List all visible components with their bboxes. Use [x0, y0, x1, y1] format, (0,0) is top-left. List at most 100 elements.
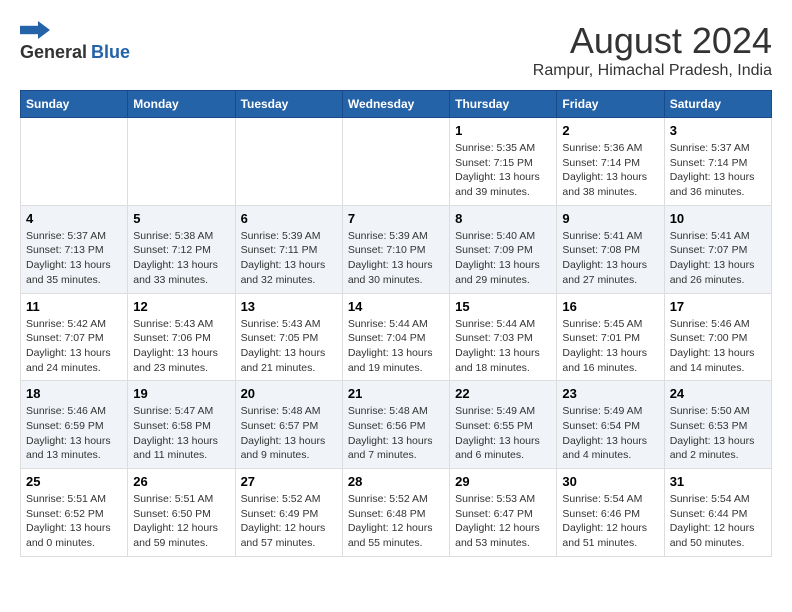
day-number: 25: [26, 474, 122, 489]
day-cell: 15Sunrise: 5:44 AMSunset: 7:03 PMDayligh…: [450, 293, 557, 381]
day-info: Sunrise: 5:49 AMSunset: 6:54 PMDaylight:…: [562, 404, 658, 463]
logo: General Blue: [20, 20, 130, 63]
day-number: 29: [455, 474, 551, 489]
logo-blue: Blue: [91, 42, 130, 63]
day-cell: [128, 118, 235, 206]
day-info: Sunrise: 5:53 AMSunset: 6:47 PMDaylight:…: [455, 492, 551, 551]
day-cell: 16 Sunrise: 5:45 AMSunset: 7:01 PMDayligh…: [557, 293, 664, 381]
day-number: 17: [670, 299, 766, 314]
day-number: 14: [348, 299, 444, 314]
logo-icon: [20, 20, 50, 40]
day-number: 3: [670, 123, 766, 138]
day-info: Sunrise: 5:50 AMSunset: 6:53 PMDaylight:…: [670, 404, 766, 463]
day-info: Sunrise: 5:45 AMSunset: 7:01 PMDaylight:…: [562, 317, 658, 376]
day-cell: [21, 118, 128, 206]
week-row: 25 Sunrise: 5:51 AMSunset: 6:52 PMDayligh…: [21, 469, 772, 557]
day-info: Sunrise: 5:54 AMSunset: 6:44 PMDaylight:…: [670, 492, 766, 551]
day-cell: 24 Sunrise: 5:50 AMSunset: 6:53 PMDayligh…: [664, 381, 771, 469]
title-section: August 2024 Rampur, Himachal Pradesh, In…: [533, 20, 772, 80]
day-cell: 21 Sunrise: 5:48 AMSunset: 6:56 PMDayligh…: [342, 381, 449, 469]
day-cell: [235, 118, 342, 206]
day-info: Sunrise: 5:35 AMSunset: 7:15 PMDaylight:…: [455, 141, 551, 200]
day-info: Sunrise: 5:36 AMSunset: 7:14 PMDaylight:…: [562, 141, 658, 200]
day-info: Sunrise: 5:43 AMSunset: 7:06 PMDaylight:…: [133, 317, 229, 376]
day-cell: 20 Sunrise: 5:48 AMSunset: 6:57 PMDayligh…: [235, 381, 342, 469]
day-cell: 6Sunrise: 5:39 AMSunset: 7:11 PMDaylight…: [235, 205, 342, 293]
day-info: Sunrise: 5:54 AMSunset: 6:46 PMDaylight:…: [562, 492, 658, 551]
day-info: Sunrise: 5:48 AMSunset: 6:57 PMDaylight:…: [241, 404, 337, 463]
day-number: 26: [133, 474, 229, 489]
header-day: Sunday: [21, 91, 128, 118]
header-day: Tuesday: [235, 91, 342, 118]
day-cell: 8 Sunrise: 5:40 AMSunset: 7:09 PMDaylight…: [450, 205, 557, 293]
week-row: 4 Sunrise: 5:37 AMSunset: 7:13 PMDaylight…: [21, 205, 772, 293]
day-number: 11: [26, 299, 122, 314]
day-info: Sunrise: 5:40 AMSunset: 7:09 PMDaylight:…: [455, 229, 551, 288]
subtitle: Rampur, Himachal Pradesh, India: [533, 62, 772, 80]
day-info: Sunrise: 5:39 AMSunset: 7:10 PMDaylight:…: [348, 229, 444, 288]
day-number: 20: [241, 386, 337, 401]
day-number: 28: [348, 474, 444, 489]
day-info: Sunrise: 5:37 AMSunset: 7:14 PMDaylight:…: [670, 141, 766, 200]
header-day: Wednesday: [342, 91, 449, 118]
day-number: 4: [26, 211, 122, 226]
day-cell: 22Sunrise: 5:49 AMSunset: 6:55 PMDayligh…: [450, 381, 557, 469]
day-info: Sunrise: 5:42 AMSunset: 7:07 PMDaylight:…: [26, 317, 122, 376]
day-cell: 27Sunrise: 5:52 AMSunset: 6:49 PMDayligh…: [235, 469, 342, 557]
day-cell: 12 Sunrise: 5:43 AMSunset: 7:06 PMDayligh…: [128, 293, 235, 381]
day-info: Sunrise: 5:51 AMSunset: 6:50 PMDaylight:…: [133, 492, 229, 551]
day-number: 5: [133, 211, 229, 226]
day-cell: 11 Sunrise: 5:42 AMSunset: 7:07 PMDayligh…: [21, 293, 128, 381]
day-number: 18: [26, 386, 122, 401]
day-info: Sunrise: 5:46 AMSunset: 6:59 PMDaylight:…: [26, 404, 122, 463]
day-number: 2: [562, 123, 658, 138]
header-day: Saturday: [664, 91, 771, 118]
week-row: 11 Sunrise: 5:42 AMSunset: 7:07 PMDayligh…: [21, 293, 772, 381]
day-info: Sunrise: 5:41 AMSunset: 7:08 PMDaylight:…: [562, 229, 658, 288]
day-cell: 18 Sunrise: 5:46 AMSunset: 6:59 PMDayligh…: [21, 381, 128, 469]
day-number: 8: [455, 211, 551, 226]
header-row: SundayMondayTuesdayWednesdayThursdayFrid…: [21, 91, 772, 118]
logo-general: General: [20, 42, 87, 63]
day-cell: 5Sunrise: 5:38 AMSunset: 7:12 PMDaylight…: [128, 205, 235, 293]
day-cell: 19Sunrise: 5:47 AMSunset: 6:58 PMDayligh…: [128, 381, 235, 469]
day-number: 31: [670, 474, 766, 489]
day-info: Sunrise: 5:37 AMSunset: 7:13 PMDaylight:…: [26, 229, 122, 288]
day-number: 7: [348, 211, 444, 226]
day-cell: 2 Sunrise: 5:36 AMSunset: 7:14 PMDaylight…: [557, 118, 664, 206]
day-cell: 28Sunrise: 5:52 AMSunset: 6:48 PMDayligh…: [342, 469, 449, 557]
day-info: Sunrise: 5:48 AMSunset: 6:56 PMDaylight:…: [348, 404, 444, 463]
day-cell: 1 Sunrise: 5:35 AMSunset: 7:15 PMDaylight…: [450, 118, 557, 206]
day-cell: 14 Sunrise: 5:44 AMSunset: 7:04 PMDayligh…: [342, 293, 449, 381]
page-header: General Blue August 2024 Rampur, Himacha…: [20, 20, 772, 80]
main-title: August 2024: [533, 20, 772, 62]
day-info: Sunrise: 5:51 AMSunset: 6:52 PMDaylight:…: [26, 492, 122, 551]
day-info: Sunrise: 5:47 AMSunset: 6:58 PMDaylight:…: [133, 404, 229, 463]
day-number: 24: [670, 386, 766, 401]
day-number: 22: [455, 386, 551, 401]
calendar-table: SundayMondayTuesdayWednesdayThursdayFrid…: [20, 90, 772, 557]
day-cell: 23Sunrise: 5:49 AMSunset: 6:54 PMDayligh…: [557, 381, 664, 469]
header-day: Monday: [128, 91, 235, 118]
day-cell: 25 Sunrise: 5:51 AMSunset: 6:52 PMDayligh…: [21, 469, 128, 557]
day-cell: 4 Sunrise: 5:37 AMSunset: 7:13 PMDaylight…: [21, 205, 128, 293]
day-number: 30: [562, 474, 658, 489]
day-number: 9: [562, 211, 658, 226]
day-info: Sunrise: 5:44 AMSunset: 7:03 PMDaylight:…: [455, 317, 551, 376]
day-info: Sunrise: 5:46 AMSunset: 7:00 PMDaylight:…: [670, 317, 766, 376]
day-cell: 26 Sunrise: 5:51 AMSunset: 6:50 PMDayligh…: [128, 469, 235, 557]
day-cell: 17 Sunrise: 5:46 AMSunset: 7:00 PMDayligh…: [664, 293, 771, 381]
header-day: Friday: [557, 91, 664, 118]
day-number: 1: [455, 123, 551, 138]
day-cell: 13 Sunrise: 5:43 AMSunset: 7:05 PMDayligh…: [235, 293, 342, 381]
day-cell: 3 Sunrise: 5:37 AMSunset: 7:14 PMDaylight…: [664, 118, 771, 206]
header-day: Thursday: [450, 91, 557, 118]
week-row: 1 Sunrise: 5:35 AMSunset: 7:15 PMDaylight…: [21, 118, 772, 206]
day-number: 16: [562, 299, 658, 314]
day-number: 13: [241, 299, 337, 314]
day-number: 10: [670, 211, 766, 226]
day-info: Sunrise: 5:44 AMSunset: 7:04 PMDaylight:…: [348, 317, 444, 376]
day-info: Sunrise: 5:43 AMSunset: 7:05 PMDaylight:…: [241, 317, 337, 376]
day-number: 21: [348, 386, 444, 401]
day-number: 12: [133, 299, 229, 314]
